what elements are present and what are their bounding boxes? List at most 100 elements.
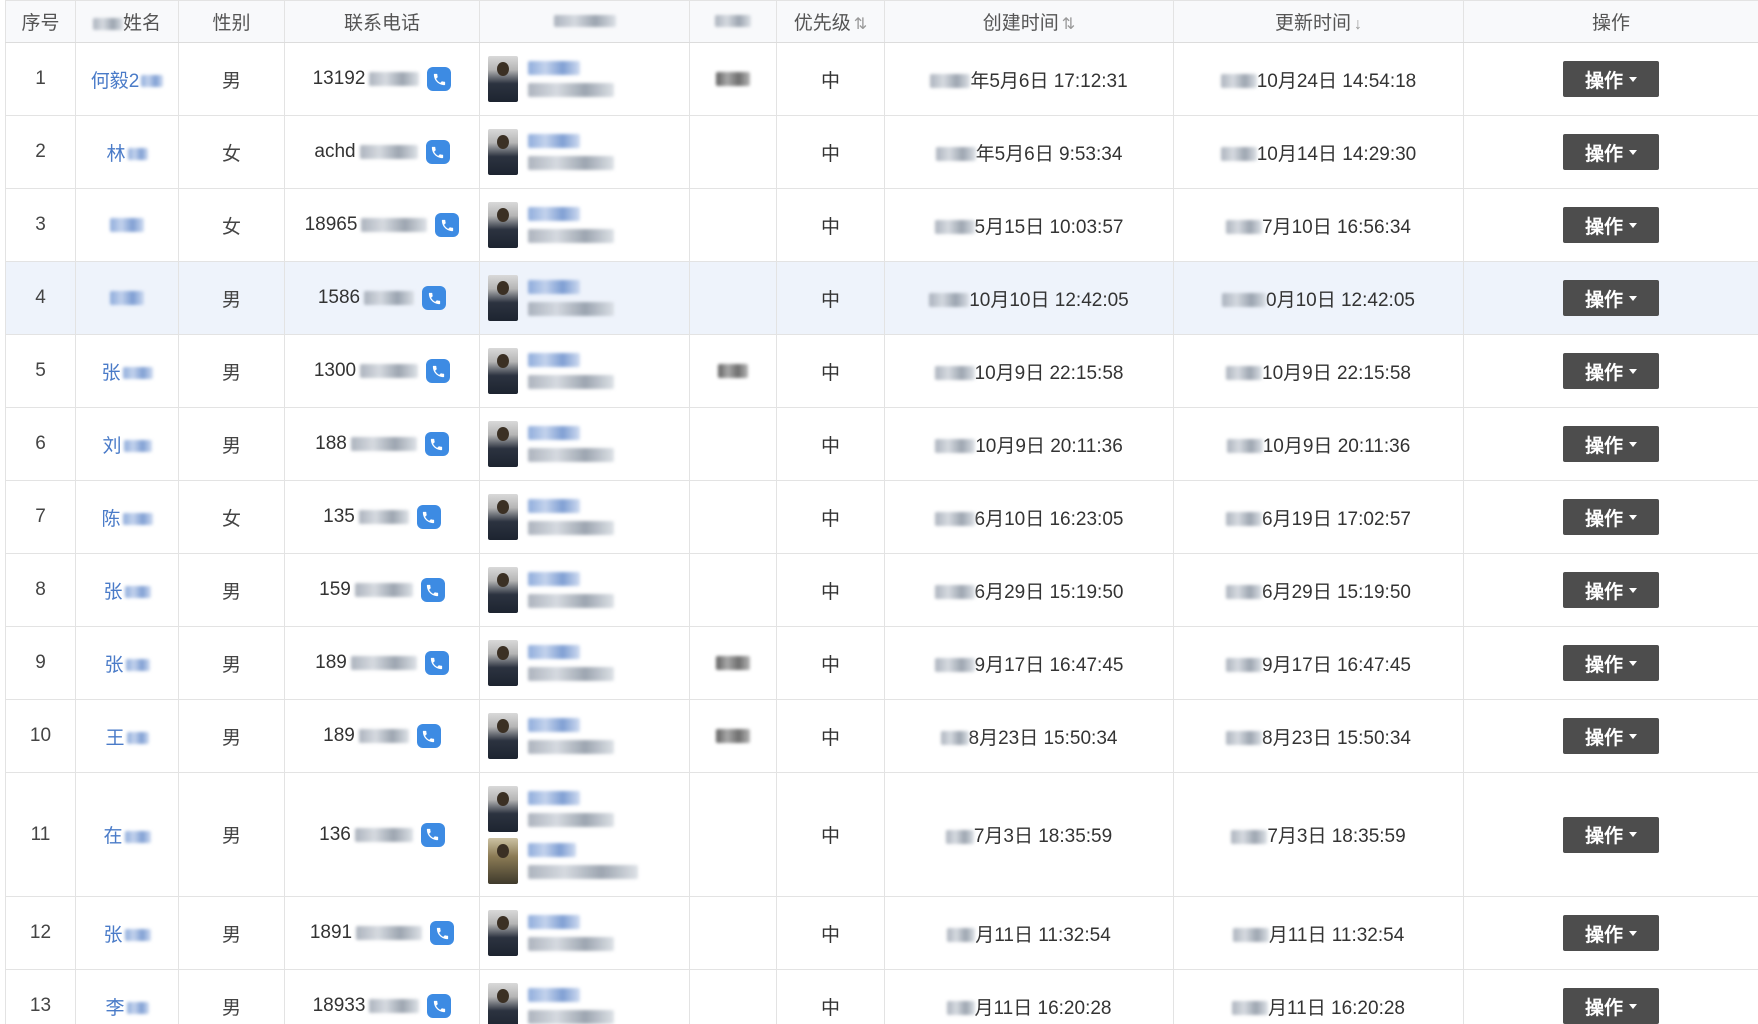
table-row[interactable]: 3 女 18965 中 5月15日 10:03:57 7月10日 16:56:34 操作 — [5, 188, 1758, 262]
phone-icon[interactable] — [424, 432, 449, 456]
attachment-thumbnail[interactable] — [488, 640, 518, 686]
cell-name[interactable]: 在 — [75, 772, 179, 897]
action-dropdown-button[interactable]: 操作 — [1563, 499, 1659, 535]
column-header-gender[interactable]: 性别 — [178, 0, 285, 43]
customer-name-link[interactable]: 林 — [106, 144, 125, 165]
action-dropdown-button[interactable]: 操作 — [1563, 426, 1659, 462]
action-dropdown-button[interactable]: 操作 — [1563, 572, 1659, 608]
sort-icon[interactable]: ⇅ — [854, 16, 867, 33]
column-header-redacted-1[interactable] — [479, 0, 690, 43]
attachment-item[interactable] — [488, 640, 614, 686]
attachment-thumbnail[interactable] — [488, 837, 518, 884]
attachment-thumbnail[interactable] — [488, 910, 518, 956]
phone-icon[interactable] — [420, 822, 445, 847]
table-row[interactable]: 11 在男 136 中 7月3日 18:35:59 7月3日 18:35:59 操作 — [5, 772, 1758, 897]
customer-name-link[interactable]: 刘 — [102, 436, 121, 457]
customer-name-link[interactable]: 张 — [104, 655, 123, 676]
attachment-item[interactable] — [488, 129, 614, 175]
action-dropdown-button[interactable]: 操作 — [1563, 207, 1659, 243]
cell-name[interactable]: 王 — [75, 699, 179, 773]
attachment-item[interactable] — [488, 785, 614, 832]
attachment-thumbnail[interactable] — [488, 56, 518, 102]
attachment-thumbnail[interactable] — [488, 713, 518, 759]
attachment-thumbnail[interactable] — [488, 202, 518, 248]
column-header-phone[interactable]: 联系电话 — [284, 0, 480, 43]
phone-icon[interactable] — [426, 359, 451, 383]
table-row[interactable]: 5 张男 1300 中 10月9日 22:15:58 10月9日 22:15:58 操作 — [5, 334, 1758, 408]
phone-icon[interactable] — [435, 213, 460, 237]
phone-icon[interactable] — [416, 724, 441, 748]
cell-name[interactable]: 林 — [75, 115, 179, 189]
column-header-created[interactable]: 创建时间 ⇅ — [884, 0, 1174, 43]
phone-icon[interactable] — [427, 994, 452, 1018]
customer-name-link[interactable]: 张 — [103, 925, 122, 946]
phone-icon[interactable] — [422, 286, 447, 310]
cell-name[interactable] — [75, 261, 179, 335]
table-row[interactable]: 8 张男 159 中 6月29日 15:19:50 6月29日 15:19:50 操作 — [5, 553, 1758, 627]
attachment-item[interactable] — [488, 567, 614, 613]
customer-name-link[interactable]: 王 — [105, 728, 124, 749]
attachment-item[interactable] — [488, 421, 614, 467]
cell-name[interactable]: 刘 — [75, 407, 179, 481]
action-dropdown-button[interactable]: 操作 — [1563, 816, 1659, 853]
cell-name[interactable] — [75, 188, 179, 262]
column-header-updated[interactable]: 更新时间 ↓ — [1173, 0, 1464, 43]
table-row[interactable]: 12 张男 1891 中月11日 11:32:54 月11日 11:32:54 操作 — [5, 896, 1758, 970]
customer-name-link[interactable]: 李 — [105, 998, 124, 1019]
phone-icon[interactable] — [424, 651, 449, 675]
table-row[interactable]: 13 李男 18933 中月11日 16:20:28 月11日 16:20:28 操作 — [5, 969, 1758, 1024]
column-header-priority[interactable]: 优先级 ⇅ — [776, 0, 885, 43]
action-dropdown-button[interactable]: 操作 — [1563, 718, 1659, 754]
column-header-name[interactable]: 姓名 — [75, 0, 179, 43]
cell-name[interactable]: 张 — [75, 553, 179, 627]
attachment-thumbnail[interactable] — [488, 129, 518, 175]
customer-name-link[interactable]: 在 — [103, 826, 122, 847]
customer-name-link[interactable]: 张 — [101, 363, 120, 384]
attachment-thumbnail[interactable] — [488, 567, 518, 613]
sort-desc-icon[interactable]: ↓ — [1354, 16, 1362, 33]
attachment-item[interactable] — [488, 494, 614, 540]
attachment-item[interactable] — [488, 56, 614, 102]
table-row[interactable]: 10 王男 189 中 8月23日 15:50:34 8月23日 15:50:34 操作 — [5, 699, 1758, 773]
attachment-thumbnail[interactable] — [488, 983, 518, 1024]
action-dropdown-button[interactable]: 操作 — [1563, 134, 1659, 170]
cell-name[interactable]: 李 — [75, 969, 179, 1024]
cell-name[interactable]: 张 — [75, 334, 179, 408]
phone-icon[interactable] — [425, 140, 450, 164]
action-dropdown-button[interactable]: 操作 — [1563, 915, 1659, 951]
column-header-redacted-2[interactable] — [689, 0, 777, 43]
action-dropdown-button[interactable]: 操作 — [1563, 645, 1659, 681]
attachment-thumbnail[interactable] — [488, 785, 518, 832]
table-row[interactable]: 6 刘男 188 中 10月9日 20:11:36 10月9日 20:11:36 操作 — [5, 407, 1758, 481]
attachment-thumbnail[interactable] — [488, 421, 518, 467]
column-header-index[interactable]: 序号 — [5, 0, 76, 43]
phone-icon[interactable] — [420, 578, 445, 602]
sort-icon[interactable]: ⇅ — [1062, 16, 1075, 33]
customer-name-link[interactable]: 何毅2 — [91, 71, 140, 92]
cell-name[interactable]: 张 — [75, 626, 179, 700]
phone-icon[interactable] — [427, 67, 452, 91]
action-dropdown-button[interactable]: 操作 — [1563, 988, 1659, 1024]
phone-icon[interactable] — [416, 505, 441, 529]
table-row[interactable]: 4 男 1586 中 10月10日 12:42:05 0月10日 12:42:05 操作 — [5, 261, 1758, 335]
attachment-item[interactable] — [488, 837, 638, 884]
attachment-item[interactable] — [488, 983, 614, 1024]
attachment-thumbnail[interactable] — [488, 494, 518, 540]
customer-name-link[interactable]: 陈 — [101, 509, 120, 530]
attachment-item[interactable] — [488, 348, 614, 394]
cell-name[interactable]: 何毅2 — [75, 42, 179, 116]
attachment-thumbnail[interactable] — [488, 348, 518, 394]
action-dropdown-button[interactable]: 操作 — [1563, 353, 1659, 389]
attachment-item[interactable] — [488, 910, 614, 956]
action-dropdown-button[interactable]: 操作 — [1563, 61, 1659, 97]
cell-name[interactable]: 陈 — [75, 480, 179, 554]
action-dropdown-button[interactable]: 操作 — [1563, 280, 1659, 316]
attachment-thumbnail[interactable] — [488, 275, 518, 321]
customer-name-link[interactable]: 张 — [103, 582, 122, 603]
phone-icon[interactable] — [430, 921, 455, 945]
cell-name[interactable]: 张 — [75, 896, 179, 970]
table-row[interactable]: 1 何毅2 男 13192 中年5月6日 17:12:31 10月24日 14:54:18… — [5, 42, 1758, 116]
table-row[interactable]: 2 林 女 achd 中年5月6日 9:53:34 10月14日 14:29:30 操作 — [5, 115, 1758, 189]
table-row[interactable]: 9 张男 189 中 9月17日 16:47:45 9月17日 16:47:45 操作 — [5, 626, 1758, 700]
table-row[interactable]: 7 陈 女 135 中 6月10日 16:23:05 6月19日 17:02:57 操作 — [5, 480, 1758, 554]
